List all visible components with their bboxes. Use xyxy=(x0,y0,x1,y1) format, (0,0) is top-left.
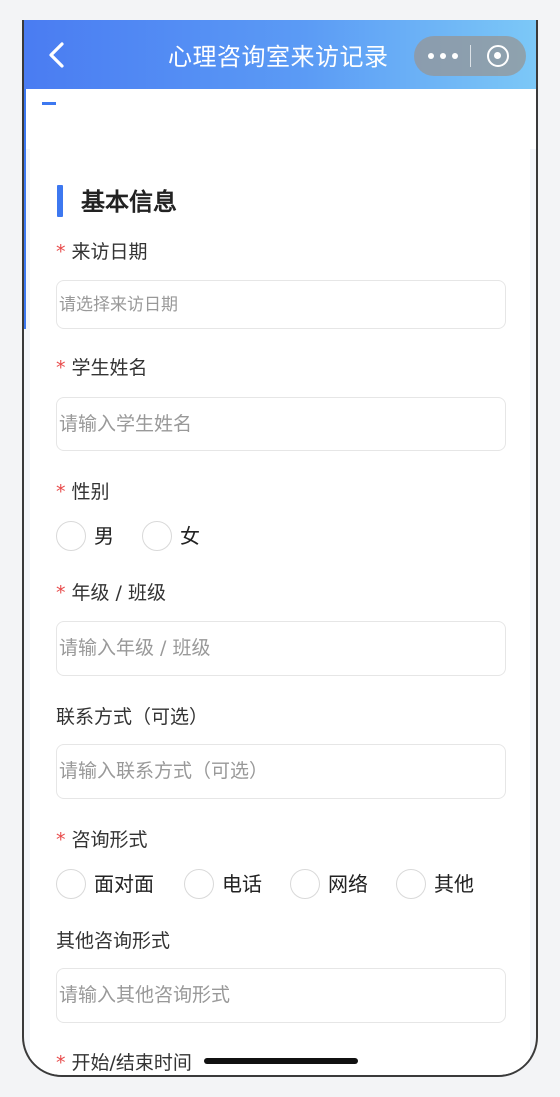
grade-class-input[interactable]: 请输入年级 / 班级 xyxy=(56,621,506,676)
gender-option-text: 男 xyxy=(94,524,114,548)
required-mark: * xyxy=(56,1052,66,1074)
visit-date-label: * 来访日期 xyxy=(56,239,148,265)
student-name-label-text: 学生姓名 xyxy=(71,357,148,379)
consult-form-label-text: 咨询形式 xyxy=(71,829,148,851)
consult-option-phone[interactable]: 电话 xyxy=(184,869,274,901)
student-name-label: * 学生姓名 xyxy=(56,355,148,381)
radio-circle xyxy=(396,869,426,899)
other-form-placeholder: 请输入其他咨询形式 xyxy=(59,984,231,1006)
consult-option-text: 其他 xyxy=(434,872,474,896)
chevron-left-icon[interactable] xyxy=(44,40,72,70)
consult-option-text: 面对面 xyxy=(94,872,154,896)
tab-indicator xyxy=(42,102,56,105)
home-indicator[interactable] xyxy=(204,1058,358,1064)
start-end-time-label: * 开始/结束时间 xyxy=(56,1050,192,1075)
more-dots-icon xyxy=(428,53,458,59)
student-name-input[interactable]: 请输入学生姓名 xyxy=(56,397,506,451)
section-accent-bar xyxy=(57,185,63,217)
gender-label-text: 性别 xyxy=(71,481,110,503)
gender-option-male[interactable]: 男 xyxy=(56,521,126,553)
radio-circle xyxy=(184,869,214,899)
consult-form-label: * 咨询形式 xyxy=(56,827,148,853)
grade-class-placeholder: 请输入年级 / 班级 xyxy=(59,637,211,659)
gender-label: * 性别 xyxy=(56,479,110,505)
grade-class-label: * 年级 / 班级 xyxy=(56,580,166,606)
grade-class-label-text: 年级 / 班级 xyxy=(71,582,166,604)
close-button[interactable] xyxy=(471,36,526,76)
visit-date-placeholder: 请选择来访日期 xyxy=(59,295,178,315)
student-name-placeholder: 请输入学生姓名 xyxy=(59,413,193,435)
contact-label: 联系方式（可选） xyxy=(56,704,208,730)
phone-frame: 心理咨询室来访记录 基本信息 * 来访日期 请选择来访日期 * 学生姓名 请输入学生… xyxy=(22,20,538,1077)
other-form-input[interactable]: 请输入其他咨询形式 xyxy=(56,968,506,1023)
consult-option-text: 电话 xyxy=(222,872,262,896)
start-end-time-label-text: 开始/结束时间 xyxy=(71,1052,192,1074)
contact-input[interactable]: 请输入联系方式（可选） xyxy=(56,744,506,799)
mini-program-capsule xyxy=(414,36,526,76)
visit-date-picker[interactable]: 请选择来访日期 xyxy=(56,280,506,329)
other-form-label: 其他咨询形式 xyxy=(56,928,170,954)
radio-circle xyxy=(56,521,86,551)
gender-option-female[interactable]: 女 xyxy=(142,521,212,553)
consult-option-other[interactable]: 其他 xyxy=(396,869,486,901)
required-mark: * xyxy=(56,357,66,379)
navigation-bar: 心理咨询室来访记录 xyxy=(24,20,536,89)
required-mark: * xyxy=(56,582,66,604)
required-mark: * xyxy=(56,829,66,851)
target-circle-icon xyxy=(487,45,509,67)
section-title: 基本信息 xyxy=(81,188,177,216)
radio-circle xyxy=(56,869,86,899)
consult-option-text: 网络 xyxy=(328,872,368,896)
gender-option-text: 女 xyxy=(180,524,200,548)
scroll-indicator xyxy=(24,89,26,329)
required-mark: * xyxy=(56,241,66,263)
contact-placeholder: 请输入联系方式（可选） xyxy=(59,760,269,782)
consult-option-online[interactable]: 网络 xyxy=(290,869,380,901)
more-button[interactable] xyxy=(414,36,469,76)
required-mark: * xyxy=(56,481,66,503)
other-form-label-text: 其他咨询形式 xyxy=(56,930,171,952)
contact-label-text: 联系方式（可选） xyxy=(56,706,209,728)
radio-circle xyxy=(142,521,172,551)
screen: 心理咨询室来访记录 基本信息 * 来访日期 请选择来访日期 * 学生姓名 请输入学生… xyxy=(24,20,536,1075)
radio-circle xyxy=(290,869,320,899)
page-title: 心理咨询室来访记录 xyxy=(168,43,389,71)
consult-option-face-to-face[interactable]: 面对面 xyxy=(56,869,166,901)
visit-date-label-text: 来访日期 xyxy=(71,241,148,263)
